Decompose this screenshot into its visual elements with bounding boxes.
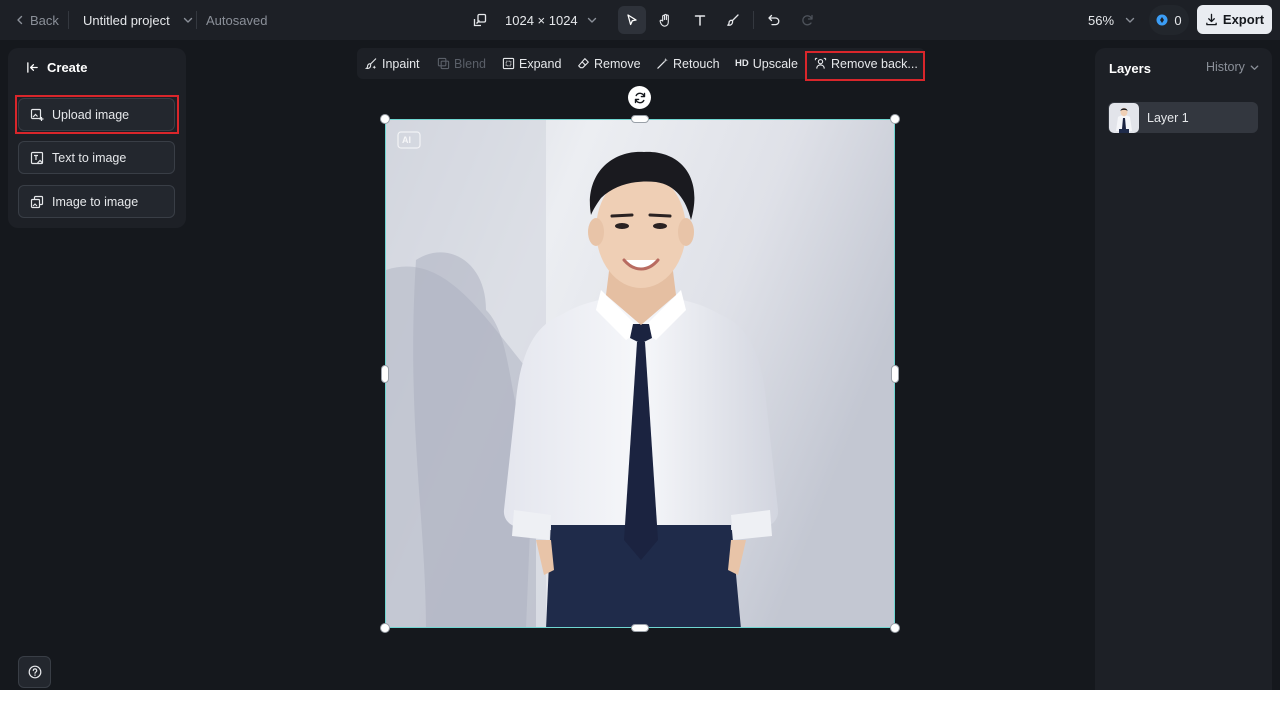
resize-handle-bottom-right[interactable]	[890, 623, 900, 633]
hand-icon	[659, 13, 669, 27]
image-to-image-button[interactable]: Image to image	[18, 185, 175, 218]
remove-button[interactable]: Remove	[577, 48, 641, 79]
credits-badge[interactable]: 0	[1149, 5, 1189, 35]
remove-background-button[interactable]: Remove back...	[814, 48, 918, 79]
resize-handle-left[interactable]	[381, 365, 389, 383]
export-button[interactable]: Export	[1197, 5, 1272, 34]
text-to-image-button[interactable]: Text to image	[18, 141, 175, 174]
remove-background-icon	[814, 57, 827, 69]
brush-tool[interactable]	[719, 6, 747, 34]
create-header[interactable]: Create	[26, 57, 87, 77]
divider	[196, 11, 197, 29]
select-tool[interactable]	[618, 6, 646, 34]
resize-handle-bottom-left[interactable]	[380, 623, 390, 633]
inpaint-label: Inpaint	[382, 56, 420, 71]
collapse-left-icon	[27, 61, 38, 73]
upscale-button[interactable]: HD Upscale	[735, 48, 798, 79]
blend-icon	[437, 57, 450, 70]
canvas-size-dropdown[interactable]: 1024 × 1024	[473, 0, 598, 40]
layers-panel	[1095, 48, 1272, 690]
export-label: Export	[1222, 12, 1265, 27]
upload-image-button[interactable]: Upload image	[18, 98, 175, 131]
eraser-icon	[578, 58, 589, 69]
canvas-size-value: 1024 × 1024	[505, 12, 578, 28]
retouch-wand-icon	[657, 57, 668, 69]
resize-handle-top-right[interactable]	[890, 114, 900, 124]
brush-icon	[727, 14, 739, 26]
divider	[68, 11, 69, 29]
image-to-image-label: Image to image	[52, 194, 139, 209]
help-icon	[28, 665, 41, 679]
text-to-image-label: Text to image	[52, 150, 127, 165]
expand-button[interactable]: Expand	[502, 48, 561, 79]
text-to-image-icon	[30, 151, 44, 164]
chevron-down-icon	[587, 17, 596, 23]
layer-item[interactable]: Layer 1	[1108, 102, 1258, 133]
expand-label: Expand	[519, 56, 562, 71]
redo-button[interactable]	[793, 6, 821, 34]
resize-handle-top[interactable]	[631, 115, 649, 123]
autosave-status: Autosaved	[206, 12, 268, 28]
credits-count: 0	[1174, 12, 1182, 28]
retouch-button[interactable]: Retouch	[656, 48, 720, 79]
remove-background-label: Remove back...	[831, 56, 918, 71]
history-tab[interactable]: History	[1206, 60, 1260, 74]
rotate-handle[interactable]	[628, 86, 651, 109]
editor-app: Back Untitled project Autosaved 1024 × 1…	[0, 0, 1280, 690]
zoom-dropdown[interactable]: 56%	[1088, 0, 1136, 40]
retouch-label: Retouch	[673, 56, 720, 71]
remove-label: Remove	[594, 56, 641, 71]
ai-watermark-badge: AI	[402, 135, 411, 145]
text-icon	[694, 15, 706, 26]
inpaint-button[interactable]: Inpaint	[365, 48, 420, 79]
cursor-icon	[627, 14, 637, 26]
back-button[interactable]: Back	[14, 0, 59, 40]
image-to-image-icon	[30, 195, 44, 208]
back-label: Back	[30, 12, 59, 28]
text-tool[interactable]	[686, 6, 714, 34]
undo-icon	[768, 14, 780, 26]
hd-badge: HD	[735, 58, 749, 69]
undo-button[interactable]	[760, 6, 788, 34]
layer-label: Layer 1	[1147, 110, 1189, 125]
canvas-image-layer[interactable]: AI	[385, 119, 895, 628]
rotate-icon	[634, 92, 645, 103]
project-title: Untitled project	[83, 12, 170, 28]
upload-image-icon	[30, 108, 44, 121]
chevron-down-icon	[1250, 64, 1259, 70]
create-label: Create	[47, 59, 88, 75]
resize-handle-right[interactable]	[891, 365, 899, 383]
expand-icon	[502, 57, 515, 70]
download-icon	[1206, 13, 1217, 26]
project-title-dropdown[interactable]: Untitled project	[83, 0, 194, 40]
upload-image-label: Upload image	[52, 107, 130, 122]
chevron-down-icon	[183, 17, 192, 23]
resize-icon	[473, 13, 487, 27]
chevron-left-icon	[17, 15, 23, 25]
redo-icon	[802, 14, 813, 26]
hand-tool[interactable]	[651, 6, 679, 34]
layers-tab[interactable]: Layers	[1109, 61, 1151, 76]
resize-handle-bottom[interactable]	[631, 624, 649, 632]
layer-thumbnail	[1109, 102, 1139, 133]
resize-handle-top-left[interactable]	[380, 114, 390, 124]
credit-coin-icon	[1156, 14, 1168, 26]
history-label: History	[1206, 60, 1245, 74]
chevron-down-icon	[1125, 17, 1135, 23]
upscale-label: Upscale	[752, 56, 798, 71]
blend-button[interactable]: Blend	[437, 48, 486, 79]
portrait-image	[386, 120, 894, 627]
divider	[753, 11, 754, 29]
help-button[interactable]	[18, 656, 51, 688]
inpaint-icon	[365, 58, 377, 70]
zoom-value: 56%	[1088, 12, 1115, 28]
blend-label: Blend	[454, 56, 486, 71]
